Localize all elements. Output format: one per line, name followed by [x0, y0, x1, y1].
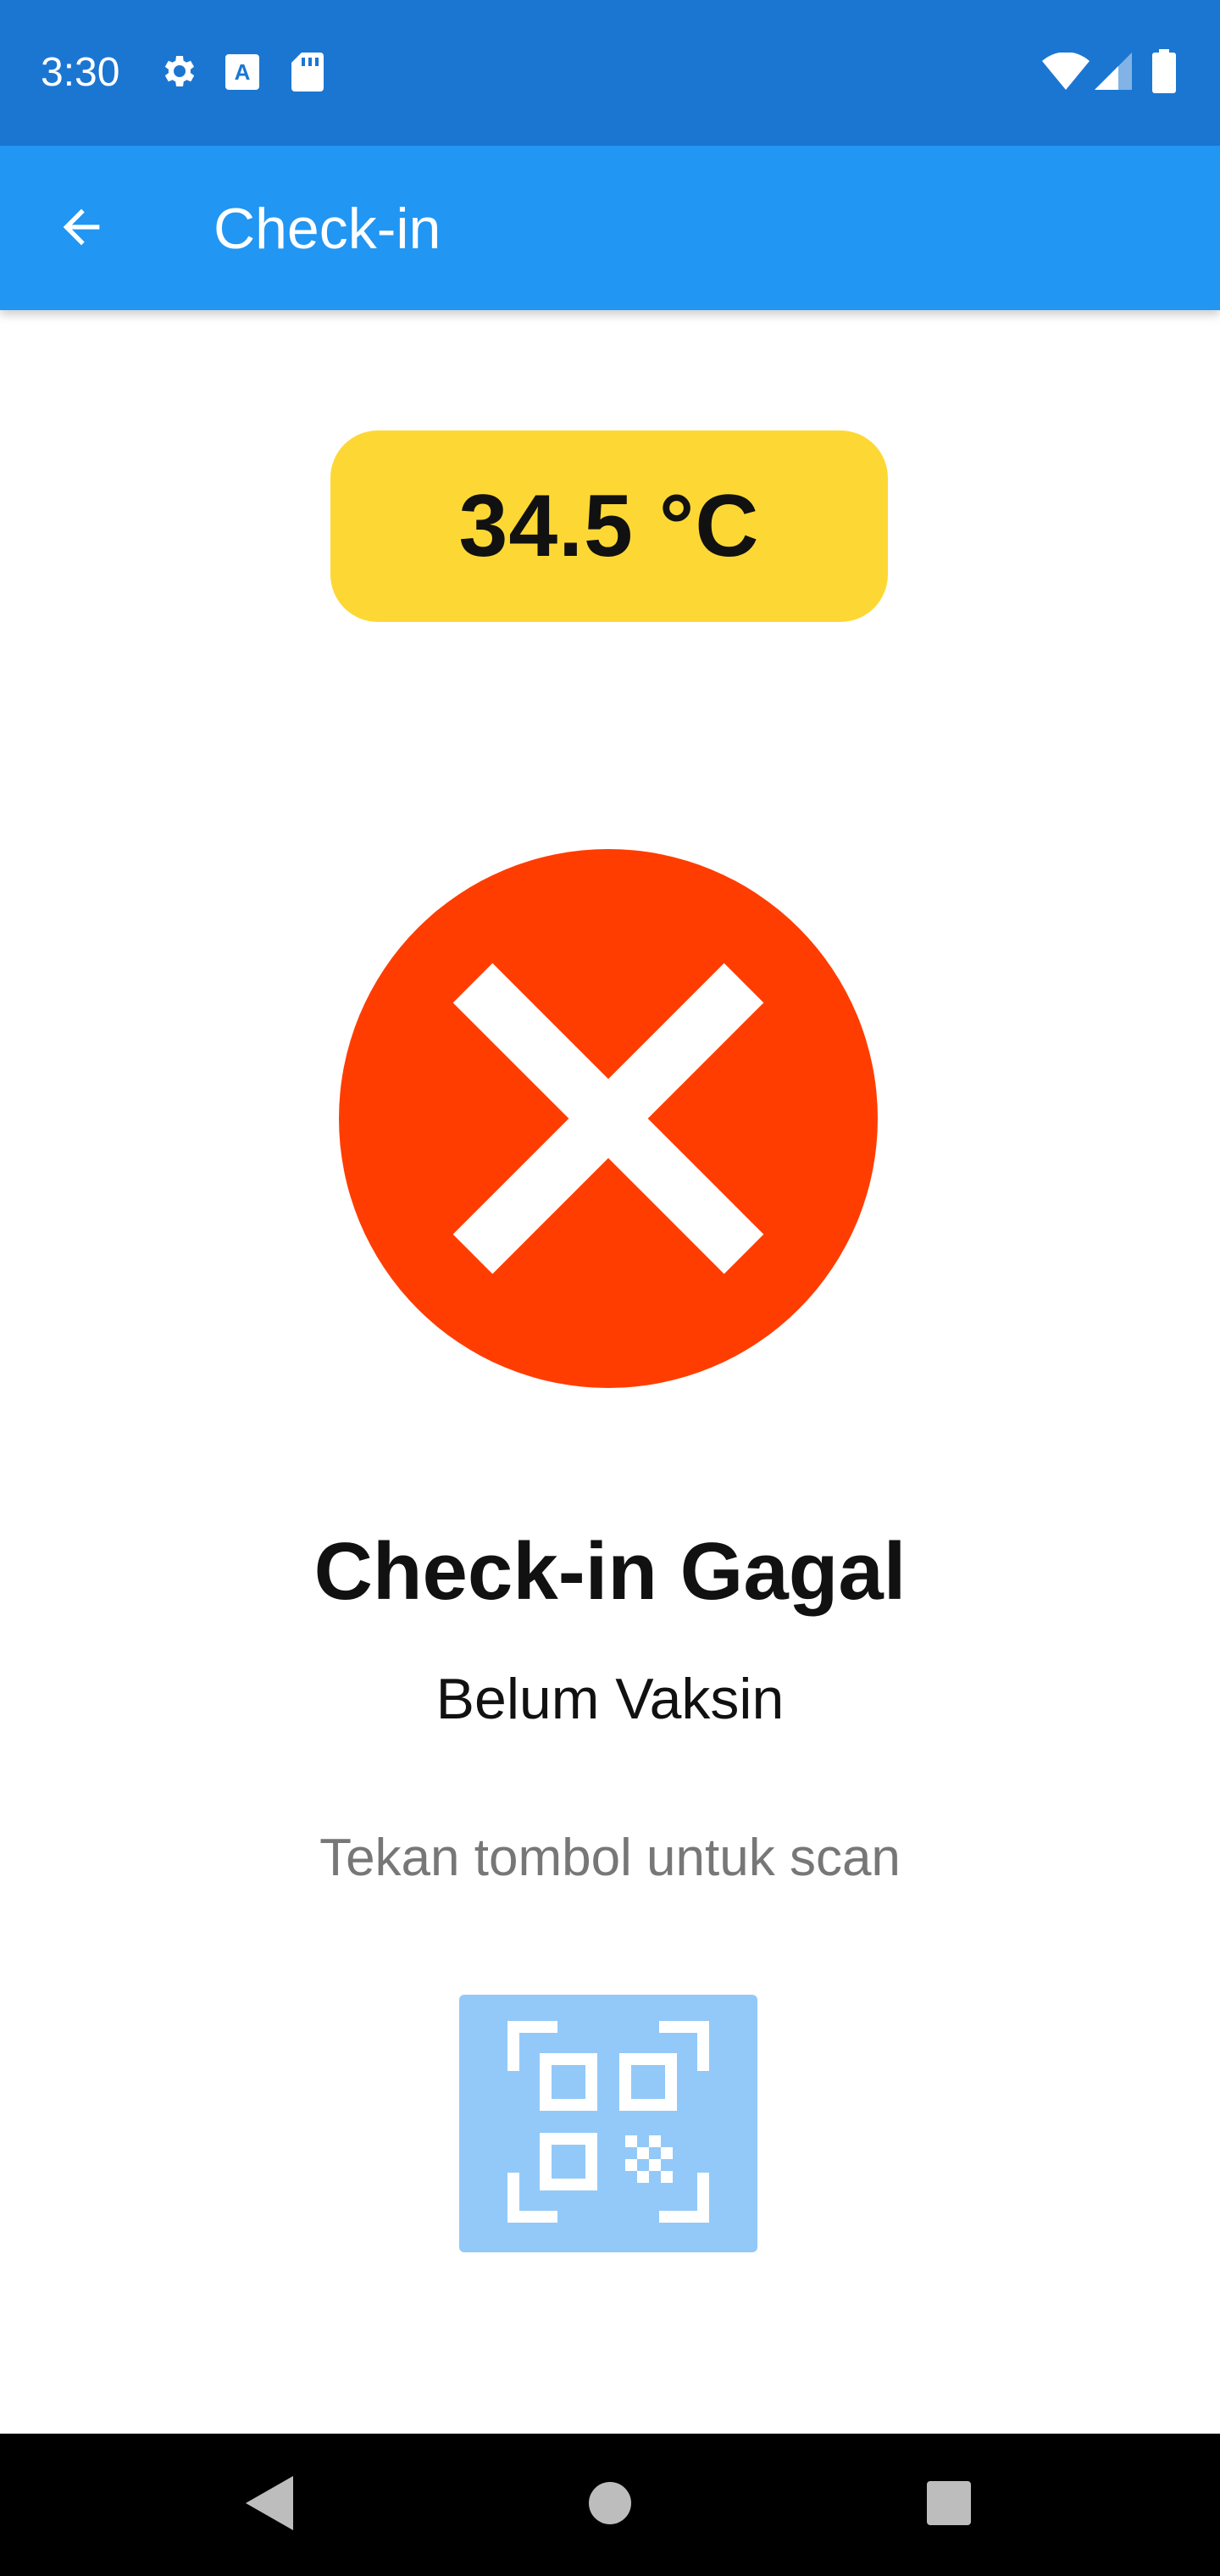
temperature-value: 34.5 °C: [458, 476, 760, 575]
result-subtitle: Belum Vaksin: [435, 1667, 785, 1731]
wifi-icon: [1042, 52, 1090, 94]
sd-card-icon: [291, 53, 324, 96]
svg-text:A: A: [235, 59, 251, 85]
page-title: Check-in: [214, 197, 441, 261]
result-title: Check-in Gagal: [313, 1526, 907, 1617]
status-bar: 3:30 A: [0, 0, 1220, 146]
back-button[interactable]: [37, 185, 125, 273]
arrow-back-icon: [54, 200, 108, 258]
temperature-badge: 34.5 °C: [330, 430, 888, 622]
nav-back-icon: [246, 2475, 297, 2534]
close-circle-icon: [337, 847, 879, 1390]
text-a-icon: A: [225, 54, 259, 94]
nav-recents-button[interactable]: [915, 2471, 983, 2539]
status-time: 3:30: [41, 50, 120, 95]
qr-scan-icon: [507, 2020, 710, 2228]
nav-recents-icon: [925, 2479, 973, 2531]
scan-button[interactable]: [459, 1995, 757, 2252]
app-bar: Check-in: [0, 146, 1220, 310]
battery-icon: [1152, 49, 1176, 97]
gear-icon: [158, 51, 198, 96]
nav-home-button[interactable]: [576, 2471, 644, 2539]
checkin-screen: 3:30 A Check-in 34.5 °C Check-in Gagal B…: [0, 0, 1220, 2576]
nav-back-button[interactable]: [237, 2471, 305, 2539]
navigation-bar: [0, 2434, 1220, 2576]
nav-home-icon: [587, 2480, 633, 2530]
scan-hint: Tekan tombol untuk scan: [319, 1829, 901, 1887]
signal-icon: [1095, 53, 1132, 94]
